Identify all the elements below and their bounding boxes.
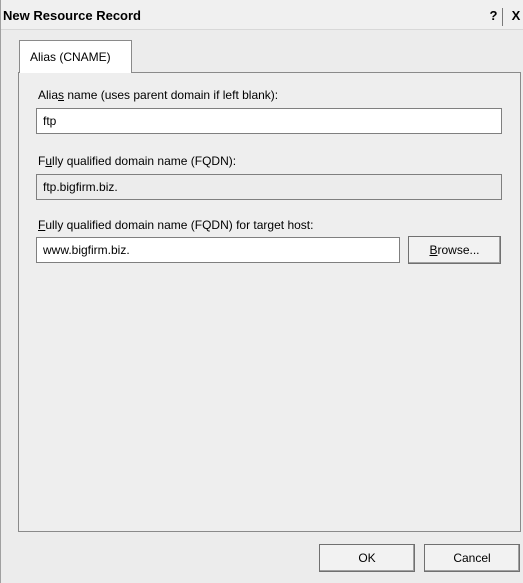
tab-label: Alias (CNAME) [30, 50, 111, 64]
tab-alias-cname[interactable]: Alias (CNAME) [19, 40, 132, 73]
alias-name-input[interactable]: ftp [36, 108, 502, 134]
fqdn-field: ftp.bigfirm.biz. [36, 174, 502, 200]
close-button[interactable]: X [507, 8, 523, 26]
tab-panel: Alias name (uses parent domain if left b… [18, 72, 521, 532]
cancel-button[interactable]: Cancel [424, 544, 520, 572]
dialog-window: New Resource Record ? X Alias (CNAME) Al… [0, 0, 523, 583]
target-host-label: Fully qualified domain name (FQDN) for t… [38, 218, 314, 232]
browse-button[interactable]: Browse... [408, 236, 501, 264]
alias-name-label: Alias name (uses parent domain if left b… [38, 88, 279, 102]
target-host-input[interactable]: www.bigfirm.biz. [36, 237, 400, 263]
fqdn-label: Fully qualified domain name (FQDN): [38, 154, 237, 168]
window-title: New Resource Record [3, 8, 141, 23]
ok-button[interactable]: OK [319, 544, 415, 572]
help-button[interactable]: ? [485, 8, 503, 26]
title-bar: New Resource Record ? X [1, 0, 523, 30]
